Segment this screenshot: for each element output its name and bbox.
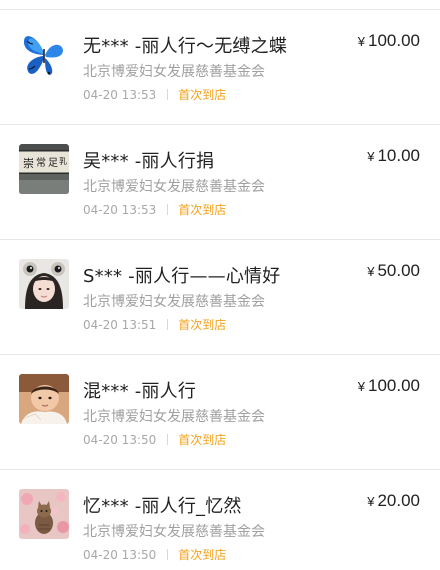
amount-value: 10.00 <box>377 146 420 165</box>
list-item[interactable]: 混*** -丽人行 北京博爱妇女发展慈善基金会 04-20 13:50 首次到店… <box>0 355 440 470</box>
donor-title: 忆*** -丽人行_忆然 <box>83 496 242 517</box>
meta-line: 04-20 13:50 首次到店 <box>83 431 226 448</box>
donation-amount: ¥20.00 <box>367 491 420 511</box>
visit-tag: 首次到店 <box>178 203 227 217</box>
meta-line: 04-20 13:53 首次到店 <box>83 86 226 103</box>
visit-tag: 首次到店 <box>178 548 227 562</box>
currency-symbol: ¥ <box>367 264 375 279</box>
meta-line: 04-20 13:50 首次到店 <box>83 546 226 563</box>
visit-tag: 首次到店 <box>178 88 227 102</box>
separator <box>167 204 169 215</box>
list-item[interactable]: 无*** -丽人行～无缚之蝶 北京博爱妇女发展慈善基金会 04-20 13:53… <box>0 10 440 125</box>
separator <box>167 549 169 560</box>
list-item[interactable]: 忆*** -丽人行_忆然 北京博爱妇女发展慈善基金会 04-20 13:50 首… <box>0 470 440 570</box>
meta-line: 04-20 13:53 首次到店 <box>83 201 226 218</box>
amount-value: 100.00 <box>368 376 420 395</box>
foundation-name: 北京博爱妇女发展慈善基金会 <box>83 179 265 195</box>
foundation-name: 北京博爱妇女发展慈善基金会 <box>83 64 265 80</box>
separator <box>167 89 169 100</box>
currency-symbol: ¥ <box>357 379 365 394</box>
donor-title: S*** -丽人行——心情好 <box>83 266 281 287</box>
visit-tag: 首次到店 <box>178 433 227 447</box>
currency-symbol: ¥ <box>367 149 375 164</box>
girl-with-frog-hat-avatar-icon <box>19 259 69 309</box>
donation-amount: ¥10.00 <box>367 146 420 166</box>
separator <box>167 319 169 330</box>
currency-symbol: ¥ <box>367 494 375 509</box>
svg-text:足: 足 <box>48 157 58 169</box>
cat-in-flowers-avatar-icon <box>19 489 69 539</box>
foundation-name: 北京博爱妇女发展慈善基金会 <box>83 294 265 310</box>
foundation-name: 北京博爱妇女发展慈善基金会 <box>83 409 265 425</box>
list-item[interactable]: S*** -丽人行——心情好 北京博爱妇女发展慈善基金会 04-20 13:51… <box>0 240 440 355</box>
baby-avatar-icon <box>19 374 69 424</box>
currency-symbol: ¥ <box>357 34 365 49</box>
svg-text:崇: 崇 <box>23 157 34 170</box>
separator <box>167 434 169 445</box>
list-item[interactable]: 崇 常 足 乳 吴*** -丽人行捐 北京博爱妇女发展慈善基金会 04-20 1… <box>0 125 440 240</box>
donation-amount: ¥50.00 <box>367 261 420 281</box>
donor-title: 无*** -丽人行～无缚之蝶 <box>83 36 288 57</box>
timestamp: 04-20 13:53 <box>83 202 157 217</box>
meta-line: 04-20 13:51 首次到店 <box>83 316 226 333</box>
amount-value: 50.00 <box>377 261 420 280</box>
donor-title: 吴*** -丽人行捐 <box>83 151 215 172</box>
donation-amount: ¥100.00 <box>358 31 420 51</box>
donation-list: 无*** -丽人行～无缚之蝶 北京博爱妇女发展慈善基金会 04-20 13:53… <box>0 0 440 570</box>
amount-value: 20.00 <box>377 491 420 510</box>
amount-value: 100.00 <box>368 31 420 50</box>
timestamp: 04-20 13:50 <box>83 432 157 447</box>
butterfly-avatar-icon <box>19 29 69 79</box>
donation-amount: ¥100.00 <box>358 376 420 396</box>
timestamp: 04-20 13:53 <box>83 87 157 102</box>
timestamp: 04-20 13:51 <box>83 317 157 332</box>
calligraphy-avatar-icon: 崇 常 足 乳 <box>19 144 69 194</box>
timestamp: 04-20 13:50 <box>83 547 157 562</box>
svg-text:乳: 乳 <box>59 156 67 166</box>
svg-text:常: 常 <box>36 156 46 169</box>
visit-tag: 首次到店 <box>178 318 227 332</box>
donor-title: 混*** -丽人行 <box>83 381 197 402</box>
foundation-name: 北京博爱妇女发展慈善基金会 <box>83 524 265 540</box>
